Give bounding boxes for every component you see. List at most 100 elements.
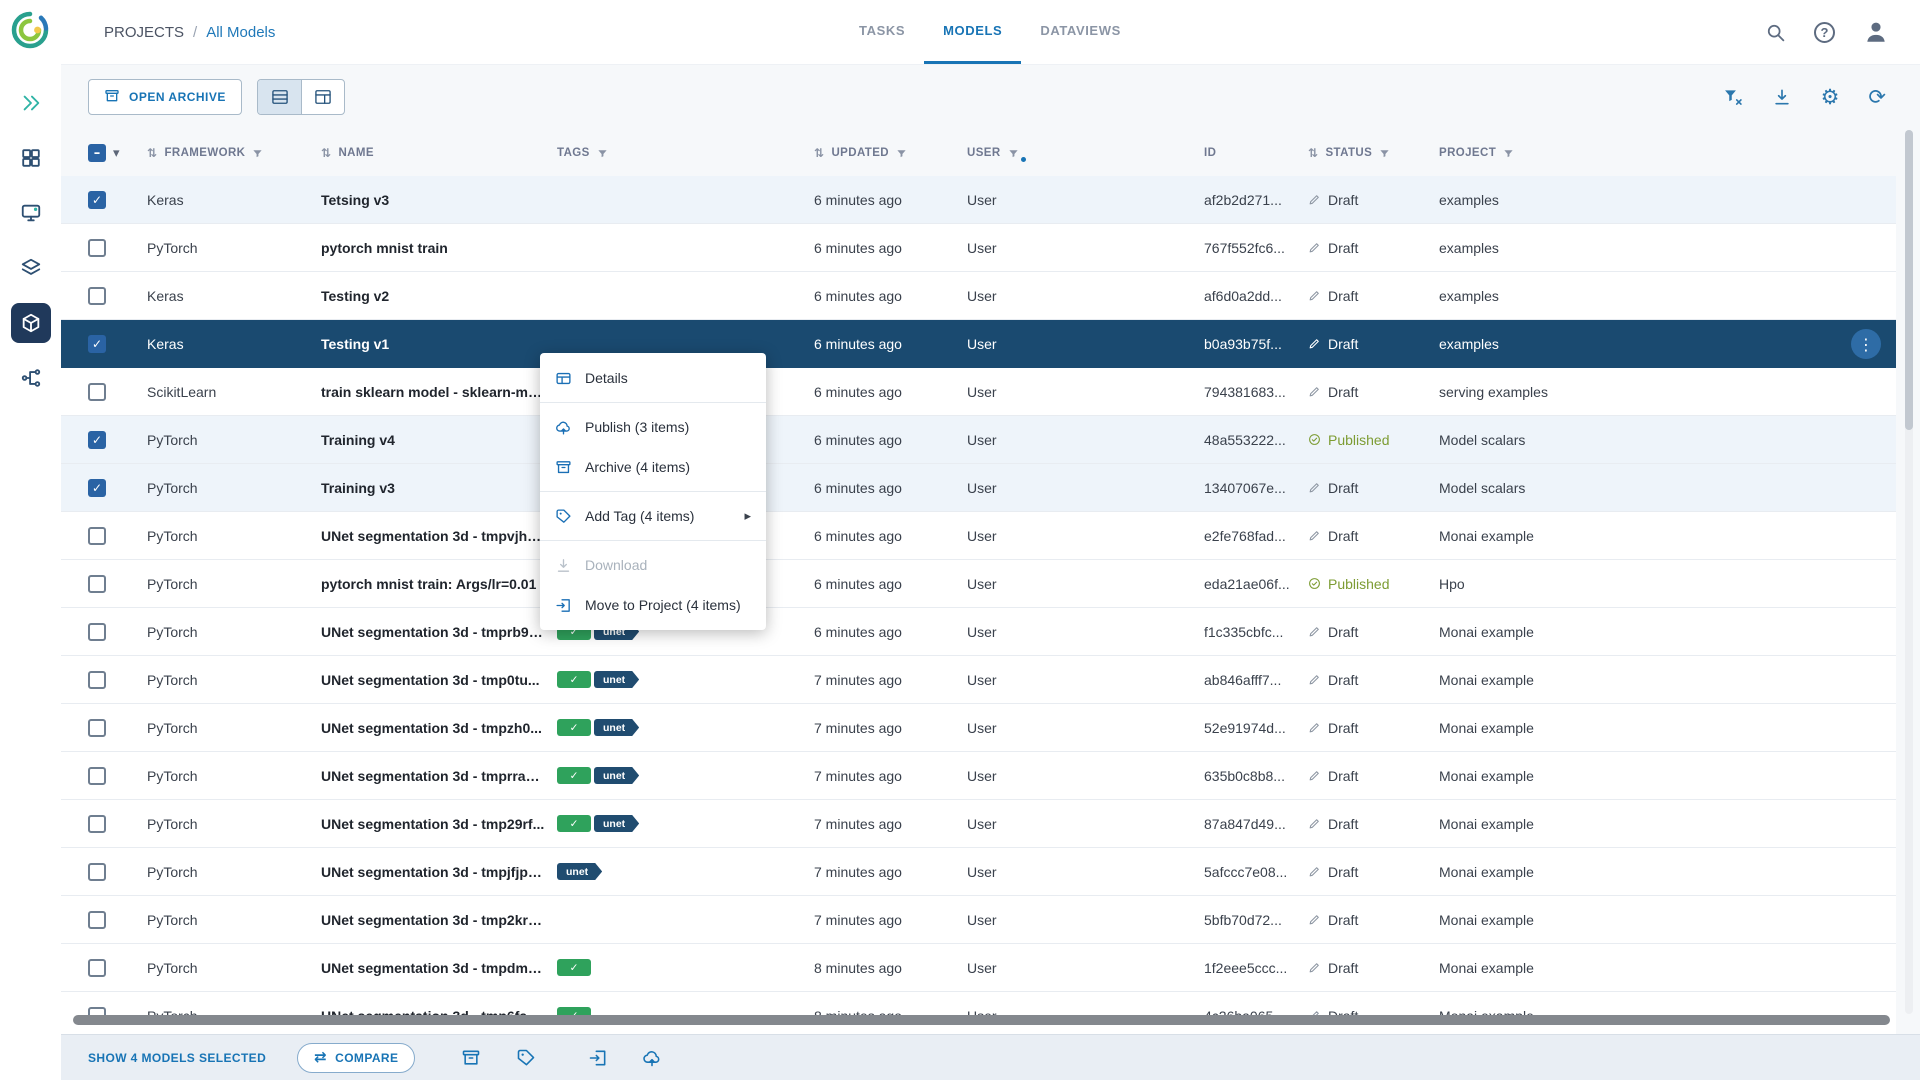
table-row[interactable]: PyTorch UNet segmentation 3d - tmp0tu... ✓… — [61, 656, 1896, 704]
cell-project[interactable]: Monai example — [1439, 672, 1896, 688]
settings-button[interactable]: ⚙ — [1821, 86, 1840, 108]
cell-name[interactable]: UNet segmentation 3d - tmp29rf... — [321, 816, 557, 832]
auto-refresh-button[interactable]: ⟳ — [1868, 86, 1886, 108]
cell-project[interactable]: Monai example — [1439, 624, 1896, 640]
tag-chip-check[interactable]: ✓ — [557, 671, 591, 688]
cell-name[interactable]: pytorch mnist train: Args/lr=0.01 — [321, 576, 557, 592]
topbar-profile-button[interactable] — [1863, 19, 1889, 45]
table-row[interactable]: ✓ PyTorch Training v3 6 minutes ago User 1340… — [61, 464, 1896, 512]
table-row[interactable]: PyTorch pytorch mnist train 6 minutes ago U… — [61, 224, 1896, 272]
tag-chip[interactable]: unet — [594, 767, 639, 784]
clear-filters-button[interactable] — [1723, 87, 1743, 107]
add-tag-footer-button[interactable] — [516, 1048, 536, 1068]
cell-project[interactable]: Monai example — [1439, 720, 1896, 736]
download-button[interactable] — [1772, 87, 1792, 107]
table-view-button[interactable] — [258, 80, 301, 114]
publish-footer-button[interactable] — [642, 1048, 662, 1068]
sort-icon[interactable]: ⇅ — [814, 146, 824, 160]
table-row[interactable]: PyTorch UNet segmentation 3d - tmpdm4... ✓… — [61, 944, 1896, 992]
cell-project[interactable]: Monai example — [1439, 768, 1896, 784]
table-row[interactable]: ✓ PyTorch Training v4 6 minutes ago User 48a5… — [61, 416, 1896, 464]
sort-icon[interactable]: ⇅ — [321, 146, 331, 160]
table-row[interactable]: PyTorchUNet segmentation 3d - tmp6fa0...… — [61, 992, 1896, 1034]
breadcrumb-projects[interactable]: PROJECTS — [104, 24, 184, 41]
sidebar-item-projects[interactable] — [11, 248, 51, 288]
column-header-project[interactable]: PROJECT — [1439, 147, 1896, 159]
row-checkbox[interactable] — [88, 574, 106, 593]
row-checkbox[interactable]: ✓ — [88, 430, 106, 449]
row-menu-button[interactable]: ⋮ — [1851, 329, 1881, 359]
cell-project[interactable]: Hpo — [1439, 576, 1896, 592]
row-checkbox[interactable] — [88, 382, 106, 401]
cell-project[interactable]: Monai example — [1439, 912, 1896, 928]
row-checkbox[interactable] — [88, 910, 106, 929]
sort-icon[interactable]: ⇅ — [147, 146, 157, 160]
info-panel-view-button[interactable] — [301, 80, 344, 114]
cell-project[interactable]: Model scalars — [1439, 480, 1896, 496]
filter-icon[interactable] — [252, 148, 263, 159]
sidebar-item-models[interactable] — [10, 303, 51, 343]
menu-item-move-to-project-4-items[interactable]: Move to Project (4 items) — [540, 585, 766, 625]
cell-name[interactable]: Training v3 — [321, 480, 557, 496]
column-header-status[interactable]: ⇅ STATUS — [1308, 146, 1439, 160]
table-row[interactable]: ✓ Keras Tetsing v3 6 minutes ago User af2b2d2… — [61, 176, 1896, 224]
sidebar-item-dashboard[interactable] — [11, 138, 51, 178]
table-row[interactable]: PyTorch UNet segmentation 3d - tmpjfjpv..… — [61, 848, 1896, 896]
cell-name[interactable]: Training v4 — [321, 432, 557, 448]
cell-name[interactable]: Testing v2 — [321, 288, 557, 304]
row-checkbox[interactable] — [88, 958, 106, 977]
table-row[interactable]: PyTorch UNet segmentation 3d - tmp2kr0...… — [61, 896, 1896, 944]
column-header-tags[interactable]: TAGS — [557, 147, 814, 159]
cell-name[interactable]: Testing v1 — [321, 336, 557, 352]
compare-button[interactable]: ⇄ COMPARE — [297, 1042, 416, 1073]
table-row[interactable]: PyTorch UNet segmentation 3d - tmp29rf...… — [61, 800, 1896, 848]
cell-project[interactable]: Monai example — [1439, 528, 1896, 544]
cell-name[interactable]: pytorch mnist train — [321, 240, 557, 256]
topbar-search-button[interactable] — [1765, 22, 1786, 43]
menu-item-archive-4-items[interactable]: Archive (4 items) — [540, 447, 766, 487]
cell-name[interactable]: train sklearn model - sklearn-mo... — [321, 384, 557, 400]
move-to-project-footer-button[interactable] — [588, 1048, 608, 1068]
cell-name[interactable]: UNet segmentation 3d - tmp0tu... — [321, 672, 557, 688]
menu-item-publish-3-items[interactable]: Publish (3 items) — [540, 407, 766, 447]
tag-chip[interactable]: unet — [594, 719, 639, 736]
vertical-scrollbar-track[interactable] — [1905, 130, 1913, 1014]
tab-models[interactable]: MODELS — [924, 0, 1022, 64]
row-checkbox[interactable] — [88, 670, 106, 689]
column-header-framework[interactable]: ⇅ FRAMEWORK — [147, 146, 321, 160]
row-checkbox[interactable]: ✓ — [88, 190, 106, 209]
table-row[interactable]: PyTorch UNet segmentation 3d - tmpzh0... ✓… — [61, 704, 1896, 752]
cell-project[interactable]: serving examples — [1439, 384, 1896, 400]
menu-item-details[interactable]: Details — [540, 358, 766, 398]
cell-project[interactable]: Monai example — [1439, 864, 1896, 880]
cell-name[interactable]: UNet segmentation 3d - tmpdm4... — [321, 960, 557, 976]
tag-chip-check[interactable]: ✓ — [557, 959, 591, 976]
table-row[interactable]: PyTorch UNet segmentation 3d - tmpvjhyl..… — [61, 512, 1896, 560]
sidebar-item-pipelines[interactable] — [11, 358, 51, 398]
cell-project[interactable]: examples — [1439, 336, 1896, 352]
cell-project[interactable]: examples — [1439, 240, 1896, 256]
vertical-scrollbar-thumb[interactable] — [1905, 130, 1913, 430]
cell-name[interactable]: UNet segmentation 3d - tmpzh0... — [321, 720, 557, 736]
show-selected-button[interactable]: SHOW 4 MODELS SELECTED — [88, 1051, 266, 1065]
row-checkbox[interactable]: ✓ — [88, 334, 106, 353]
cell-project[interactable]: Monai example — [1439, 960, 1896, 976]
table-row[interactable]: Keras Testing v2 6 minutes ago User af6d0a2d… — [61, 272, 1896, 320]
column-header-user[interactable]: USER — [967, 144, 1204, 162]
row-checkbox[interactable] — [88, 718, 106, 737]
row-checkbox[interactable] — [88, 526, 106, 545]
row-checkbox[interactable] — [88, 862, 106, 881]
table-row[interactable]: PyTorch pytorch mnist train: Args/lr=0.01… — [61, 560, 1896, 608]
tag-chip-check[interactable]: ✓ — [557, 767, 591, 784]
sidebar-item-workers[interactable] — [11, 193, 51, 233]
horizontal-scrollbar[interactable] — [73, 1015, 1890, 1025]
tag-chip[interactable]: unet — [594, 815, 639, 832]
cell-project[interactable]: Model scalars — [1439, 432, 1896, 448]
filter-icon[interactable] — [597, 148, 608, 159]
column-header-name[interactable]: ⇅ NAME — [321, 146, 557, 160]
cell-project[interactable]: examples — [1439, 288, 1896, 304]
menu-item-add-tag-4-items[interactable]: Add Tag (4 items) ▸ — [540, 496, 766, 536]
filter-icon[interactable] — [896, 148, 907, 159]
row-checkbox[interactable] — [88, 814, 106, 833]
row-checkbox[interactable] — [88, 766, 106, 785]
